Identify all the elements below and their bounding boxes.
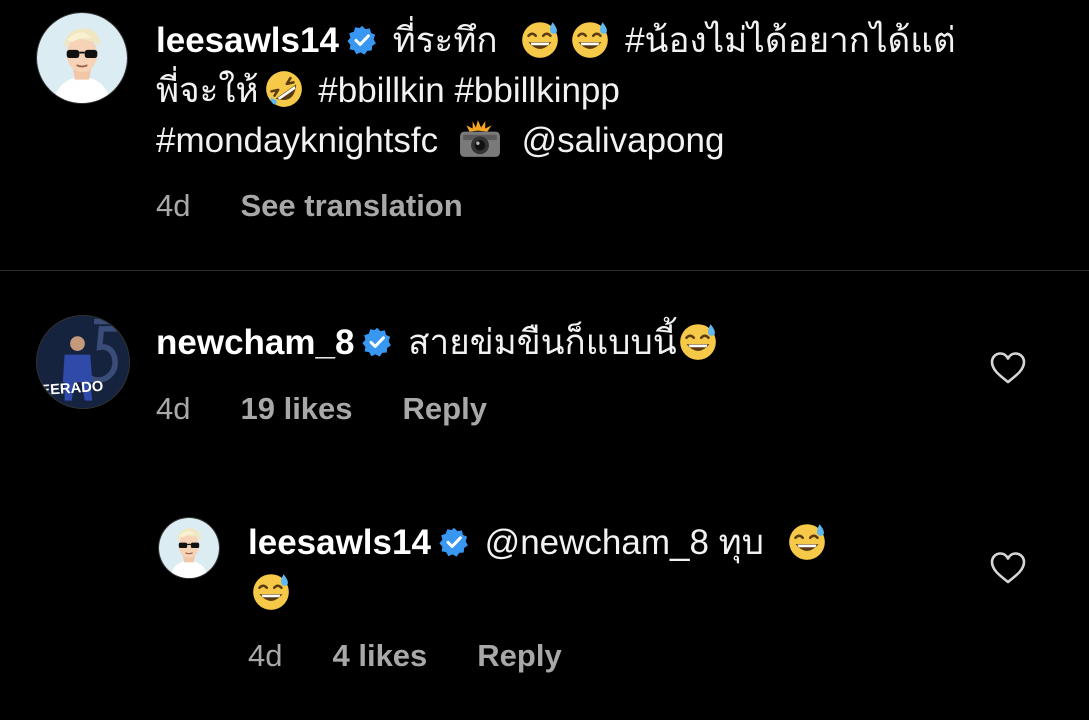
- verified-badge-icon: [347, 25, 377, 55]
- caption-avatar[interactable]: [36, 12, 128, 104]
- reply-reply-button[interactable]: Reply: [477, 638, 561, 674]
- comment-username[interactable]: newcham_8: [156, 323, 354, 362]
- caption-hashtags-2[interactable]: #bbillkin #bbillkinpp: [318, 71, 620, 110]
- comment-text: สายข่มขืนก็แบบนี้: [408, 323, 677, 362]
- reply-text-row: leesawls14 @newcham_8 ทุบ: [248, 518, 948, 618]
- avatar-image: [37, 13, 127, 103]
- like-reply-heart-icon[interactable]: [989, 551, 1027, 585]
- reply-likes-count[interactable]: 4 likes: [332, 638, 427, 674]
- caption-username[interactable]: leesawls14: [156, 21, 339, 60]
- caption-hashtag-1[interactable]: #น้องไม่ได้อยากได้แต่: [625, 21, 956, 60]
- verified-badge-icon: [439, 527, 469, 557]
- sweat-smile-emoji: [519, 18, 561, 60]
- comment-reply-button[interactable]: Reply: [403, 391, 487, 427]
- caption-text: leesawls14 ที่ระทึก #น้องไม่ได้อยากได้แต…: [156, 16, 1056, 166]
- caption-line2-text: พี่จะให้: [156, 71, 259, 110]
- divider: [0, 270, 1089, 271]
- sweat-smile-emoji: [250, 570, 292, 612]
- reply-avatar[interactable]: [158, 517, 220, 579]
- sweat-smile-emoji: [786, 520, 828, 562]
- avatar-image: [159, 518, 219, 578]
- comment-text-row: newcham_8 สายข่มขืนก็แบบนี้: [156, 318, 936, 368]
- caption-meta: 4d See translation: [156, 188, 513, 224]
- caption-mention[interactable]: @salivapong: [522, 121, 725, 160]
- reply-username[interactable]: leesawls14: [248, 523, 431, 562]
- sweat-smile-emoji: [677, 320, 719, 362]
- caption-hashtag-3[interactable]: #mondayknightsfc: [156, 121, 438, 160]
- sweat-smile-emoji: [569, 18, 611, 60]
- comment-timestamp: 4d: [156, 391, 191, 426]
- rolling-on-floor-laughing-emoji: [263, 68, 305, 110]
- caption-line1-text: ที่ระทึก: [392, 21, 498, 60]
- caption-timestamp: 4d: [156, 188, 191, 223]
- avatar-image: EERADO: [37, 316, 129, 408]
- reply-text: @newcham_8 ทุบ: [484, 523, 764, 562]
- comment-meta: 4d 19 likes Reply: [156, 391, 537, 427]
- comment-likes-count[interactable]: 19 likes: [240, 391, 352, 427]
- camera-with-flash-emoji: [456, 118, 504, 160]
- reply-meta: 4d 4 likes Reply: [248, 638, 612, 674]
- reply-timestamp: 4d: [248, 638, 283, 673]
- like-comment-heart-icon[interactable]: [989, 351, 1027, 385]
- comment-avatar[interactable]: EERADO: [36, 315, 130, 409]
- verified-badge-icon: [362, 327, 392, 357]
- see-translation-button[interactable]: See translation: [240, 188, 462, 224]
